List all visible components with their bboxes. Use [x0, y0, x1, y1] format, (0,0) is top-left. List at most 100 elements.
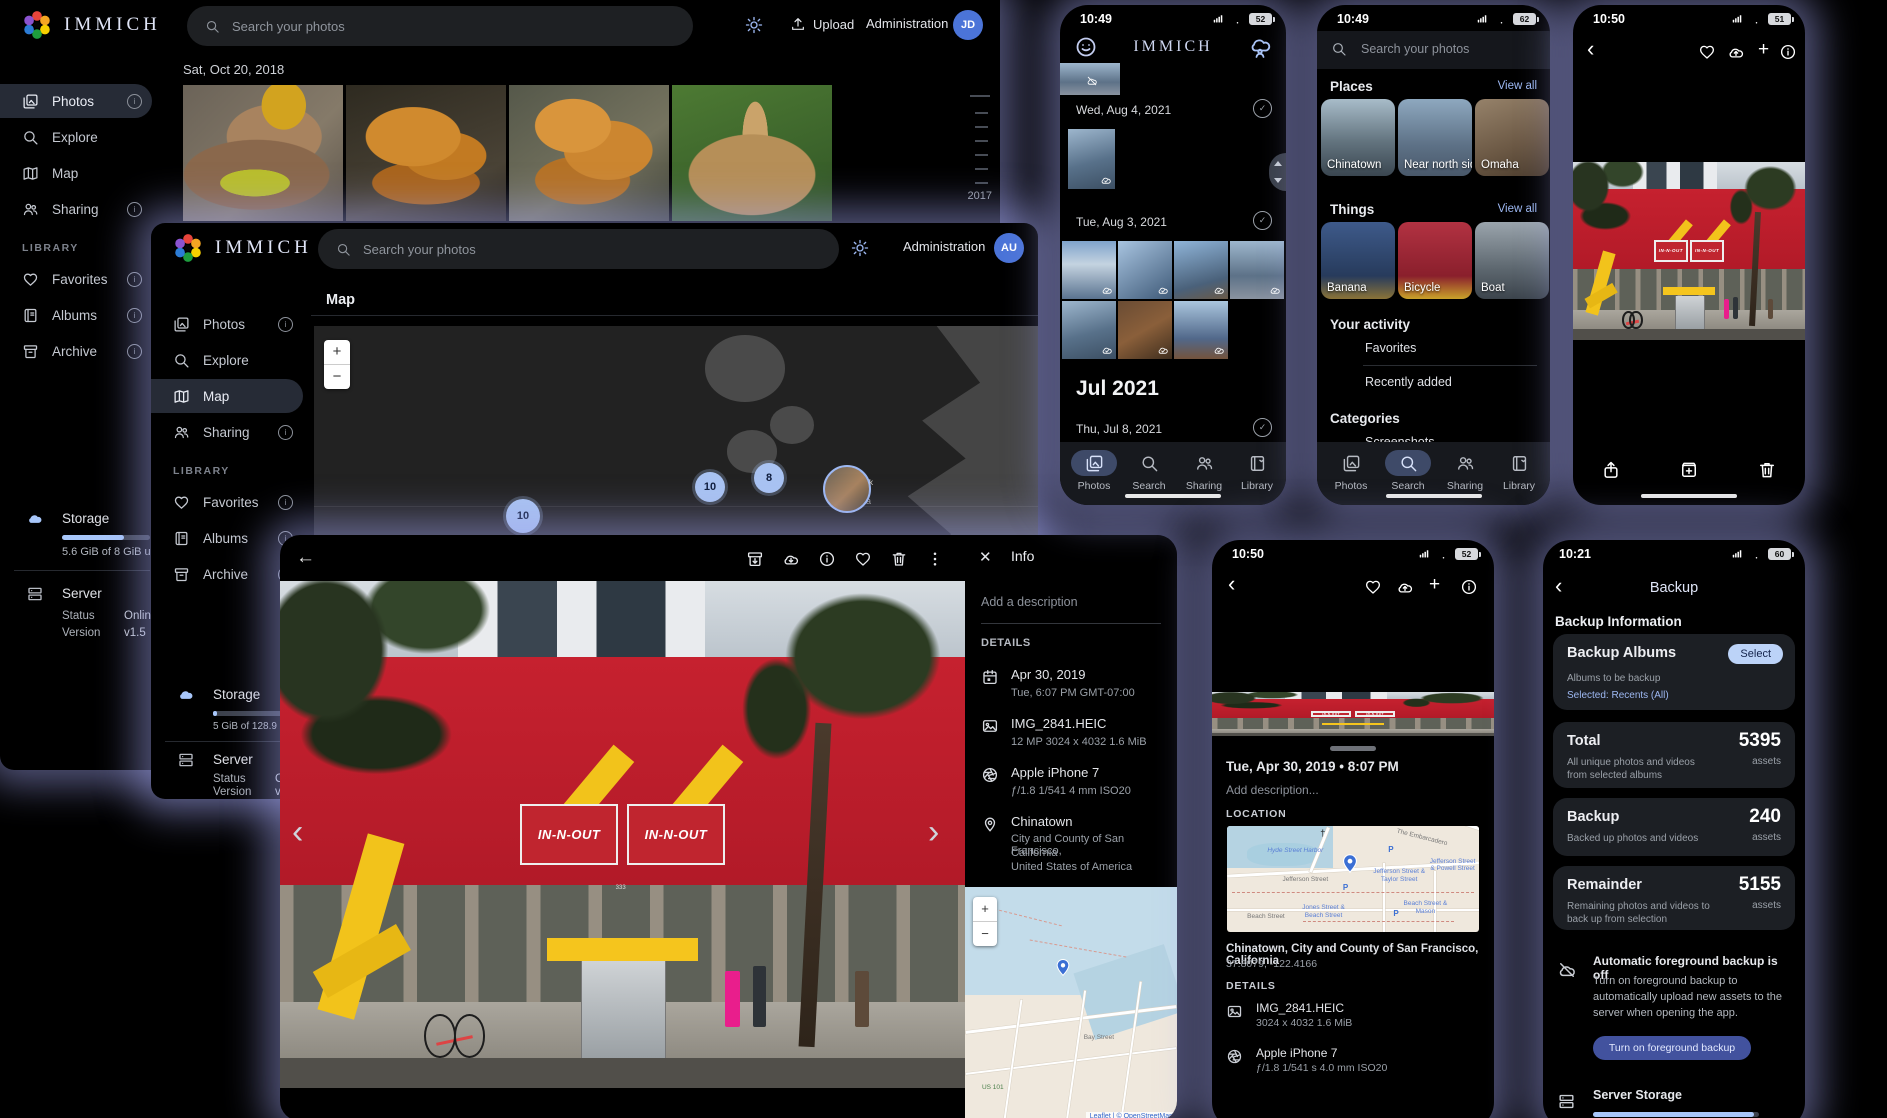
thing-card[interactable]: Bicycle — [1398, 222, 1472, 299]
place-card[interactable]: Near north side — [1398, 99, 1472, 176]
archive-button[interactable] — [1679, 460, 1699, 480]
back-button[interactable] — [296, 547, 315, 569]
info-button[interactable] — [1460, 578, 1478, 596]
sidebar-item-archive[interactable]: Archive — [0, 334, 152, 368]
nav-library[interactable]: Library — [1228, 450, 1286, 492]
things-view-all[interactable]: View all — [1498, 203, 1537, 215]
nav-search[interactable]: Search — [1379, 450, 1437, 492]
info-button[interactable] — [1779, 43, 1797, 61]
favorite-button[interactable] — [1698, 43, 1716, 61]
map-zoom-control[interactable]: + − — [973, 897, 997, 946]
photo-thumbnail[interactable] — [1118, 241, 1172, 299]
more-options-button[interactable] — [926, 550, 944, 568]
sidebar-item-sharing[interactable]: Sharing — [0, 192, 152, 226]
upload-cloud-button[interactable] — [1727, 43, 1745, 61]
photo-thumbnail[interactable] — [346, 85, 506, 221]
nav-photos[interactable]: Photos — [1065, 450, 1123, 492]
zoom-in-button[interactable]: + — [324, 340, 350, 365]
photo-innout-strip[interactable]: IN-N-OUTIN-N-OUT — [1212, 692, 1494, 736]
delete-button[interactable] — [1757, 460, 1777, 480]
nav-photos[interactable]: Photos — [1322, 450, 1380, 492]
place-card[interactable]: Omaha — [1475, 99, 1549, 176]
photo-thumbnail[interactable] — [1230, 241, 1284, 299]
photo-thumbnail[interactable] — [509, 85, 669, 221]
immich-logo[interactable]: IMMICH — [171, 231, 312, 265]
nav-search[interactable]: Search — [1120, 450, 1178, 492]
zoom-out-button[interactable]: − — [324, 365, 350, 389]
sidebar-item-map[interactable]: Map — [0, 156, 152, 190]
sidebar-item-photos[interactable]: Photos — [0, 84, 152, 118]
immich-logo[interactable]: IMMICH — [20, 8, 161, 42]
sheet-drag-handle[interactable] — [1330, 746, 1376, 751]
add-button[interactable] — [1429, 574, 1440, 596]
map-zoom-control[interactable]: + − — [324, 340, 350, 389]
search-input[interactable]: Search your photos — [318, 229, 839, 269]
select-group-checkbox[interactable] — [1253, 211, 1272, 230]
back-button[interactable] — [1587, 41, 1594, 61]
sidebar-item-albums[interactable]: Albums — [0, 298, 152, 332]
download-button[interactable] — [782, 550, 800, 568]
sidebar-item-map[interactable]: Map — [151, 379, 303, 413]
description-input[interactable]: Add a description — [981, 595, 1078, 609]
favorites-row[interactable]: Favorites — [1331, 339, 1416, 357]
administration-link[interactable]: Administration — [903, 239, 985, 254]
nav-sharing[interactable]: Sharing — [1175, 450, 1233, 492]
map-attribution[interactable]: Leaflet | © OpenStreetMap — [1086, 1112, 1177, 1118]
description-input[interactable]: Add description... — [1226, 783, 1319, 797]
nav-library[interactable]: Library — [1490, 450, 1548, 492]
close-icon[interactable] — [979, 548, 992, 567]
select-group-checkbox[interactable] — [1253, 99, 1272, 118]
sidebar-item-favorites[interactable]: Favorites — [0, 262, 152, 296]
upload-cloud-button[interactable] — [1396, 578, 1414, 596]
map-cluster[interactable]: 10 — [695, 472, 725, 502]
location-map[interactable]: Hyde Street Harbor Jefferson Street The … — [1227, 826, 1479, 932]
photo-innout[interactable]: IN-N-OUTIN-N-OUT — [1573, 162, 1805, 340]
avatar[interactable]: JD — [953, 10, 983, 40]
add-button[interactable] — [1758, 39, 1769, 61]
backup-cloud-icon[interactable] — [1248, 35, 1272, 59]
favorite-button[interactable] — [854, 550, 872, 568]
administration-link[interactable]: Administration — [866, 16, 948, 31]
delete-button[interactable] — [890, 550, 908, 568]
thing-card[interactable]: Banana — [1321, 222, 1395, 299]
back-button[interactable] — [1228, 576, 1235, 596]
photo-thumbnail[interactable] — [1062, 241, 1116, 299]
map-cluster[interactable]: 10 — [506, 499, 540, 533]
turn-on-backup-button[interactable]: Turn on foreground backup — [1593, 1036, 1751, 1060]
archive-button[interactable] — [746, 550, 764, 568]
favorite-button[interactable] — [1364, 578, 1382, 596]
recently-added-row[interactable]: Recently added — [1331, 373, 1452, 391]
avatar[interactable]: AU — [994, 233, 1024, 263]
nav-sharing[interactable]: Sharing — [1436, 450, 1494, 492]
places-view-all[interactable]: View all — [1498, 80, 1537, 92]
photo-thumbnail[interactable] — [672, 85, 832, 221]
select-group-checkbox[interactable] — [1253, 418, 1272, 437]
location-map[interactable]: Bay Street US 101 + − Leaflet | © OpenSt… — [965, 887, 1177, 1118]
upload-button[interactable]: Upload — [790, 16, 854, 32]
photo-thumbnail[interactable] — [1174, 301, 1228, 359]
photo-thumbnail[interactable] — [1062, 301, 1116, 359]
zoom-in-button[interactable]: + — [973, 897, 997, 922]
previous-photo-button[interactable] — [292, 813, 303, 852]
sidebar-item-sharing[interactable]: Sharing — [151, 415, 303, 449]
photo-thumbnail[interactable] — [1068, 129, 1115, 189]
theme-toggle-button[interactable] — [745, 16, 763, 34]
info-button[interactable] — [818, 550, 836, 568]
photo-thumbnail[interactable] — [1060, 63, 1120, 95]
sidebar-item-explore[interactable]: Explore — [0, 120, 152, 154]
search-input[interactable]: Search your photos — [187, 6, 693, 46]
thing-card[interactable]: Boat — [1475, 222, 1549, 299]
map-cluster[interactable]: 8 — [754, 463, 784, 493]
photo-thumbnail[interactable] — [1118, 301, 1172, 359]
zoom-out-button[interactable]: − — [973, 922, 997, 946]
photo-thumbnail[interactable] — [1174, 241, 1228, 299]
search-input[interactable]: Search your photos — [1361, 42, 1469, 56]
photo-thumbnail[interactable] — [183, 85, 343, 221]
sidebar-item-explore[interactable]: Explore — [151, 343, 303, 377]
next-photo-button[interactable] — [928, 813, 939, 852]
timeline-scroll-handle[interactable] — [1269, 153, 1286, 191]
theme-toggle-button[interactable] — [851, 239, 869, 257]
sidebar-item-favorites[interactable]: Favorites — [151, 485, 303, 519]
map-photo-marker[interactable] — [823, 465, 871, 513]
place-card[interactable]: Chinatown — [1321, 99, 1395, 176]
